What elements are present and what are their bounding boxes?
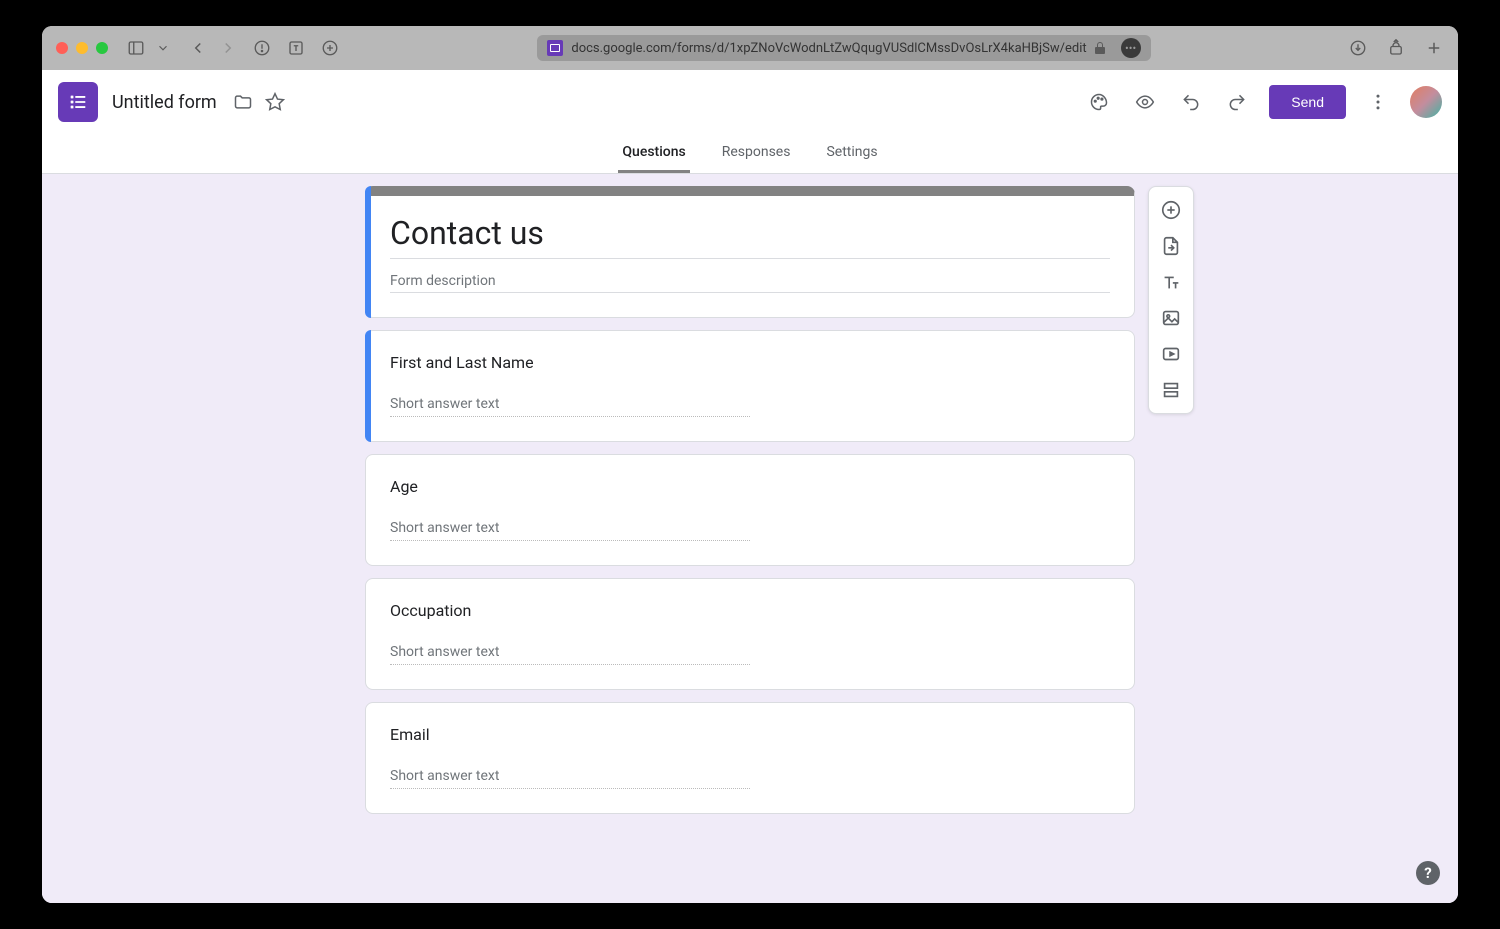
close-window-button[interactable] (56, 42, 68, 54)
chevron-down-icon[interactable] (156, 38, 170, 58)
tab-settings[interactable]: Settings (822, 134, 881, 173)
editor-tabs: Questions Responses Settings (42, 134, 1458, 173)
customize-theme-icon[interactable] (1085, 88, 1113, 116)
add-title-button[interactable] (1153, 265, 1189, 299)
question-card[interactable]: Email Short answer text (365, 702, 1135, 814)
shield-icon[interactable] (252, 38, 272, 58)
site-favicon-icon (547, 40, 563, 56)
more-menu-icon[interactable] (1364, 88, 1392, 116)
url-text: docs.google.com/forms/d/1xpZNoVcWodnLtZw… (571, 41, 1086, 56)
maximize-window-button[interactable] (96, 42, 108, 54)
answer-placeholder: Short answer text (390, 762, 750, 789)
question-card[interactable]: First and Last Name Short answer text (365, 330, 1135, 442)
preview-icon[interactable] (1131, 88, 1159, 116)
add-section-button[interactable] (1153, 373, 1189, 407)
app-header: Untitled form (42, 70, 1458, 174)
form-title-input[interactable]: Contact us (390, 214, 1110, 259)
answer-placeholder: Short answer text (390, 514, 750, 541)
lock-icon (1095, 42, 1105, 54)
browser-window: docs.google.com/forms/d/1xpZNoVcWodnLtZw… (42, 26, 1458, 903)
question-card[interactable]: Occupation Short answer text (365, 578, 1135, 690)
text-size-icon[interactable] (286, 38, 306, 58)
form-description-input[interactable]: Form description (390, 259, 1110, 293)
import-questions-button[interactable] (1153, 229, 1189, 263)
send-button[interactable]: Send (1269, 85, 1346, 119)
question-toolbar (1148, 186, 1194, 414)
help-button[interactable]: ? (1416, 861, 1440, 885)
extension-icon[interactable]: ••• (1121, 38, 1141, 58)
google-forms-app: Untitled form (42, 70, 1458, 903)
forward-icon[interactable] (218, 38, 238, 58)
answer-placeholder: Short answer text (390, 390, 750, 417)
forms-logo-icon[interactable] (58, 82, 98, 122)
window-controls (56, 42, 108, 54)
question-title[interactable]: Occupation (390, 601, 1110, 620)
form-header-card[interactable]: Contact us Form description (365, 186, 1135, 318)
question-title[interactable]: First and Last Name (390, 353, 1110, 372)
move-to-folder-icon[interactable] (229, 88, 257, 116)
minimize-window-button[interactable] (76, 42, 88, 54)
new-tab-plus-icon[interactable] (320, 38, 340, 58)
add-image-button[interactable] (1153, 301, 1189, 335)
redo-icon[interactable] (1223, 88, 1251, 116)
document-title[interactable]: Untitled form (112, 92, 217, 113)
tab-responses[interactable]: Responses (718, 134, 795, 173)
star-icon[interactable] (261, 88, 289, 116)
question-title[interactable]: Age (390, 477, 1110, 496)
answer-placeholder: Short answer text (390, 638, 750, 665)
address-bar[interactable]: docs.google.com/forms/d/1xpZNoVcWodnLtZw… (537, 35, 1150, 61)
downloads-icon[interactable] (1348, 38, 1368, 58)
question-card[interactable]: Age Short answer text (365, 454, 1135, 566)
browser-toolbar: docs.google.com/forms/d/1xpZNoVcWodnLtZw… (42, 26, 1458, 70)
back-icon[interactable] (188, 38, 208, 58)
add-question-button[interactable] (1153, 193, 1189, 227)
form-canvas: Contact us Form description First and La… (42, 174, 1458, 903)
address-bar-container: docs.google.com/forms/d/1xpZNoVcWodnLtZw… (348, 35, 1340, 61)
sidebar-toggle-icon[interactable] (126, 38, 146, 58)
account-avatar[interactable] (1410, 86, 1442, 118)
add-video-button[interactable] (1153, 337, 1189, 371)
question-title[interactable]: Email (390, 725, 1110, 744)
share-icon[interactable] (1386, 38, 1406, 58)
undo-icon[interactable] (1177, 88, 1205, 116)
new-tab-button-icon[interactable] (1424, 38, 1444, 58)
tab-questions[interactable]: Questions (618, 134, 689, 173)
